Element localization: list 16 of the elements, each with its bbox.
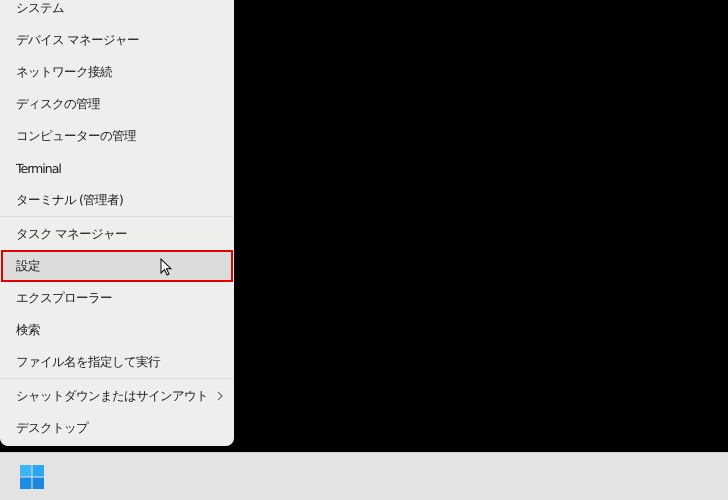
- menu-item[interactable]: システム: [0, 0, 234, 24]
- menu-item[interactable]: デバイス マネージャー: [0, 24, 234, 56]
- menu-item[interactable]: コンピューターの管理: [0, 120, 234, 152]
- menu-item[interactable]: ファイル名を指定して実行: [0, 346, 234, 378]
- menu-item[interactable]: Terminal: [0, 152, 234, 184]
- menu-item[interactable]: デスクトップ: [0, 412, 234, 444]
- menu-item[interactable]: 検索: [0, 314, 234, 346]
- mouse-pointer-icon: [160, 258, 172, 276]
- menu-item[interactable]: エクスプローラー: [0, 282, 234, 314]
- menu-item[interactable]: ターミナル (管理者): [0, 184, 234, 216]
- windows-logo-icon[interactable]: [20, 464, 44, 488]
- menu-item[interactable]: タスク マネージャー: [0, 218, 234, 250]
- menu-item[interactable]: 設定: [1, 250, 233, 282]
- menu-item[interactable]: ディスクの管理: [0, 88, 234, 120]
- menu-item[interactable]: ネットワーク接続: [0, 56, 234, 88]
- menu-item[interactable]: シャットダウンまたはサインアウト: [0, 380, 234, 412]
